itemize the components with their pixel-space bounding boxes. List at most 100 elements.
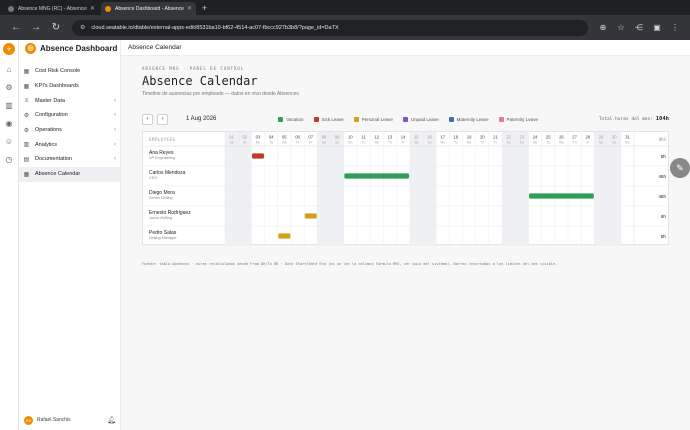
- legend-label: Paternity Leave: [506, 116, 538, 122]
- day-weekday: Mo: [533, 141, 538, 145]
- chevron-left-icon[interactable]: ‹: [114, 156, 116, 162]
- chevron-left-icon[interactable]: ‹: [114, 112, 116, 118]
- day-weekday: Su: [612, 141, 616, 145]
- day-number: 26: [559, 135, 564, 140]
- chart-icon[interactable]: ▥: [4, 101, 14, 111]
- footnote: Fuente: tabla Absences · horas recalcula…: [142, 262, 558, 266]
- users-icon[interactable]: ☺: [4, 137, 14, 147]
- day-weekday: Th: [573, 141, 577, 145]
- tab-close-icon[interactable]: ✕: [187, 5, 192, 12]
- sidebar-item-label: Cost Risk Console: [35, 68, 81, 75]
- weekend-column: [225, 132, 239, 246]
- sidebar-item-cost-risk-console[interactable]: ▦ Cost Risk Console: [19, 64, 120, 79]
- sidebar-item-documentation[interactable]: ▤ Documentation ‹: [19, 152, 120, 167]
- employee-hours: 48h: [658, 194, 666, 199]
- weekend-column: [330, 132, 344, 246]
- employee-role: Drilling Manager: [149, 236, 177, 240]
- day-weekday: We: [282, 141, 287, 145]
- day-weekday: We: [467, 141, 472, 145]
- legend-swatch: [353, 116, 359, 122]
- sidebar-item-operations[interactable]: ⚙ Operations ‹: [19, 123, 120, 138]
- new-tab-icon[interactable]: +: [202, 2, 207, 15]
- bell-icon[interactable]: 🔔︎: [107, 416, 116, 424]
- day-weekday: Su: [243, 141, 247, 145]
- home-icon[interactable]: ⌂: [4, 65, 14, 75]
- day-number: 21: [493, 135, 498, 140]
- main-content: ABSENCE MNG · PANEL DE CONTROL Absence C…: [121, 56, 690, 430]
- day-weekday: We: [559, 141, 564, 145]
- day-weekday: Th: [388, 141, 392, 145]
- zoom-icon[interactable]: ⊕: [594, 23, 612, 32]
- sidebar-item-absence-calendar[interactable]: ▦ Absence Calendar: [19, 166, 120, 182]
- day-weekday: Mo: [256, 141, 261, 145]
- prev-month-button[interactable]: ‹: [142, 113, 153, 125]
- gear-icon: ⚙: [23, 112, 30, 119]
- day-weekday: Tu: [362, 141, 366, 145]
- day-weekday: Th: [480, 141, 484, 145]
- chevron-left-icon[interactable]: ‹: [114, 98, 116, 104]
- tab-title: Absence Dashboard - Absence Ca: [115, 5, 184, 12]
- history-icon[interactable]: ◷: [4, 155, 14, 165]
- calendar-grid: EMPLOYEES HRS01Sa02Su03Mo04Tu05We06Th07Fr…: [143, 132, 670, 246]
- current-date: 1 Aug 2026: [186, 116, 217, 122]
- chevron-left-icon[interactable]: ‹: [114, 127, 116, 133]
- day-weekday: Sa: [599, 141, 603, 145]
- day-number: 22: [506, 135, 511, 140]
- page-header-title: Absence Calendar: [128, 44, 182, 51]
- site-info-icon[interactable]: ⚙: [80, 24, 85, 31]
- legend-item: Vacation: [278, 116, 304, 122]
- extensions-icon[interactable]: ▣: [648, 23, 666, 32]
- day-weekday: Su: [428, 141, 432, 145]
- day-number: 16: [427, 135, 432, 140]
- day-number: 05: [282, 135, 287, 140]
- sidebar-item-label: Operations: [35, 127, 62, 134]
- menu-icon[interactable]: ⋮: [666, 23, 684, 32]
- calendar-controls: ‹ › 1 Aug 2026 Vacation Sick Leave Persona…: [142, 113, 669, 125]
- hrs-header: HRS: [659, 137, 667, 142]
- weekend-column: [515, 132, 529, 246]
- add-icon[interactable]: +: [3, 43, 15, 55]
- app-rail: + ⌂ ⚙ ▥ ◉ ☺ ◷: [0, 40, 19, 430]
- legend-swatch: [448, 116, 454, 122]
- back-icon[interactable]: ←: [6, 22, 26, 33]
- page-title: Absence Calendar: [142, 74, 258, 88]
- eye-icon[interactable]: ◉: [4, 119, 14, 129]
- user-name[interactable]: Rafael Sanchis: [37, 417, 107, 423]
- absence-bar: [344, 173, 410, 179]
- share-icon[interactable]: ⋲: [630, 23, 648, 32]
- doc-icon: ▤: [23, 156, 30, 163]
- reload-icon[interactable]: ↻: [46, 22, 66, 33]
- day-number: 29: [599, 135, 604, 140]
- day-number: 12: [374, 135, 379, 140]
- weekend-column: [409, 132, 423, 246]
- address-bar[interactable]: ⚙ cloud.seatable.io/dtable/external-apps…: [72, 19, 588, 36]
- chart-icon: ▥: [23, 142, 30, 149]
- tab-close-icon[interactable]: ✕: [90, 5, 95, 12]
- next-month-button[interactable]: ›: [157, 113, 168, 125]
- sidebar-item-kpi-s-dashboards[interactable]: ▦ KPI's Dashboards: [19, 79, 120, 94]
- sidebar-item-configuration[interactable]: ⚙ Configuration ‹: [19, 108, 120, 123]
- gear-icon[interactable]: ⚙: [4, 83, 14, 93]
- chevron-left-icon[interactable]: ‹: [114, 142, 116, 148]
- sidebar-item-analytics[interactable]: ▥ Analytics ‹: [19, 137, 120, 152]
- edit-fab-button[interactable]: ✎: [670, 158, 690, 178]
- sidebar-item-master-data[interactable]: ≡ Master Data ‹: [19, 93, 120, 108]
- day-weekday: Fr: [309, 141, 313, 145]
- bookmark-star-icon[interactable]: ☆: [612, 23, 630, 32]
- forward-icon[interactable]: →: [26, 22, 46, 33]
- day-weekday: Tu: [269, 141, 273, 145]
- employees-header: EMPLOYEES: [149, 137, 175, 142]
- browser-toolbar: ← → ↻ ⚙ cloud.seatable.io/dtable/externa…: [0, 15, 690, 40]
- day-number: 20: [480, 135, 485, 140]
- page-header: Absence Calendar: [121, 40, 690, 56]
- page-subtitle: Timeline de ausencias por empleado — dat…: [142, 91, 299, 97]
- legend-swatch: [498, 116, 504, 122]
- app-brand[interactable]: ◎ Absence Dashboard: [19, 40, 120, 56]
- avatar[interactable]: RS: [24, 415, 33, 425]
- browser-tab-active[interactable]: Absence Dashboard - Absence Ca ✕: [101, 2, 196, 15]
- legend-label: Vacation: [286, 116, 304, 122]
- day-number: 01: [229, 135, 234, 140]
- browser-tab[interactable]: Absence MNG (RC) - Absences ✕: [4, 2, 99, 15]
- day-number: 11: [361, 135, 366, 140]
- day-weekday: Sa: [414, 141, 418, 145]
